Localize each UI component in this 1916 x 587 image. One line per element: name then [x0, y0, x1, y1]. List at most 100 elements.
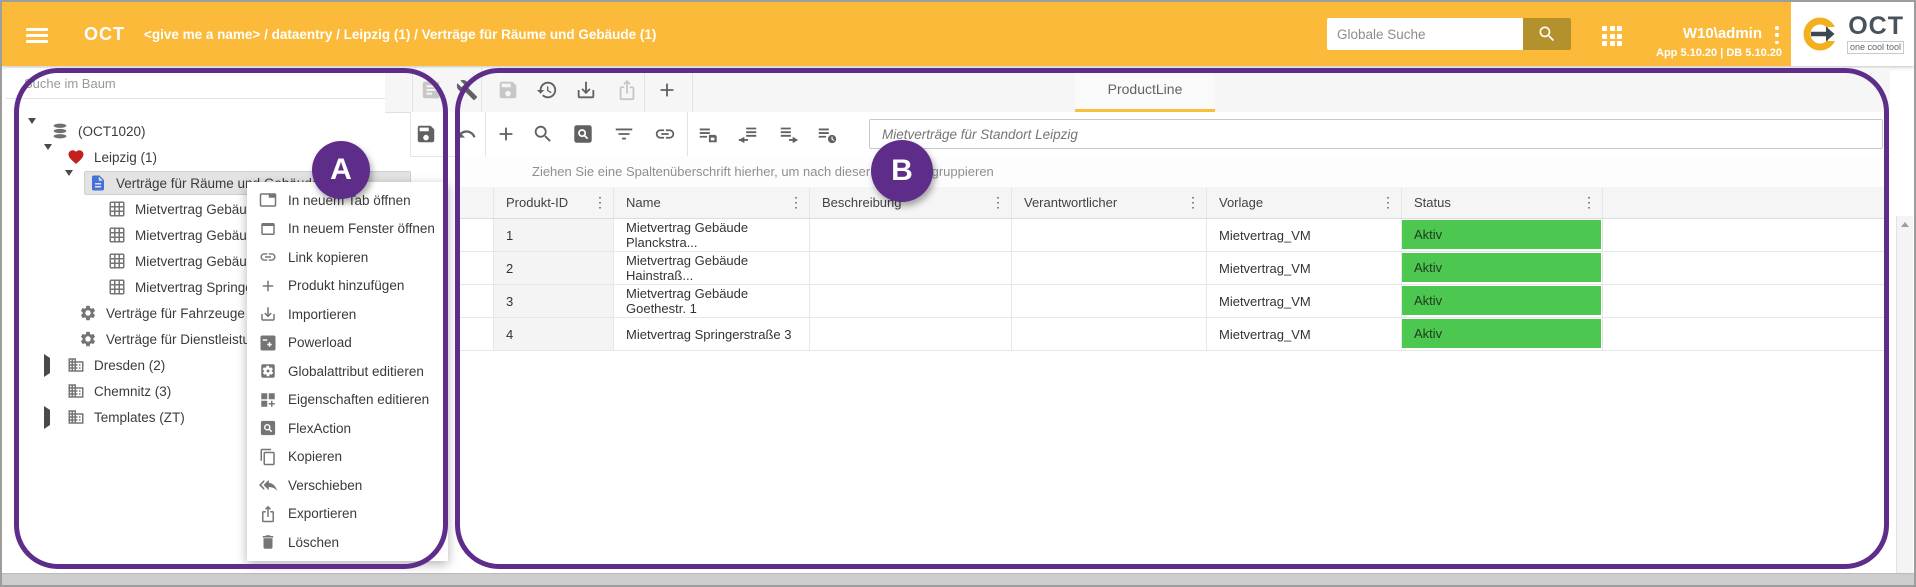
expand-columns-icon[interactable] — [778, 123, 800, 145]
tree-item-database[interactable]: (OCT1020) — [16, 118, 146, 144]
collapse-arrow-icon[interactable] — [28, 124, 38, 139]
undo-icon[interactable] — [455, 123, 477, 145]
menu-item-copy[interactable]: Kopieren — [247, 443, 448, 472]
link-icon[interactable] — [654, 123, 676, 145]
flex-search-icon[interactable] — [572, 123, 594, 145]
menu-item-open-new-window[interactable]: In neuem Fenster öffnen — [247, 215, 448, 244]
menu-item-delete[interactable]: Löschen — [247, 528, 448, 557]
column-header-status[interactable]: Status⋮ — [1402, 187, 1603, 218]
status-badge: Aktiv — [1402, 319, 1601, 348]
cell-verantwortlicher — [1012, 252, 1207, 284]
cell-verantwortlicher — [1012, 318, 1207, 350]
window-bottom-border — [2, 573, 1914, 585]
search-icon[interactable] — [532, 123, 554, 145]
view-description-input[interactable] — [869, 119, 1883, 149]
menu-item-open-new-tab[interactable]: In neuem Tab öffnen — [247, 186, 448, 215]
tree-item-templates[interactable]: Templates (ZT) — [16, 404, 185, 430]
cell-name: Mietvertrag Gebäude Planckstra... — [614, 219, 810, 251]
menu-item-copy-link[interactable]: Link kopieren — [247, 243, 448, 272]
column-menu-icon[interactable]: ⋮ — [789, 194, 803, 211]
table-icon — [108, 200, 126, 218]
column-header-beschreibung[interactable]: Beschreibung ⋮ — [810, 187, 1012, 218]
breadcrumb[interactable]: <give me a name> / dataentry / Leipzig (… — [144, 27, 656, 42]
menu-item-import[interactable]: Importieren — [247, 300, 448, 329]
tree-item-dresden[interactable]: Dresden (2) — [16, 352, 165, 378]
view-history-icon[interactable] — [816, 123, 838, 145]
menu-item-edit-properties[interactable]: Eigenschaften editieren — [247, 386, 448, 415]
menu-item-label: In neuem Tab öffnen — [288, 193, 411, 208]
tree-search-input[interactable] — [6, 68, 385, 99]
cell-beschreibung — [810, 252, 1012, 284]
menu-item-export[interactable]: Exportieren — [247, 500, 448, 529]
row-gutter — [457, 219, 494, 251]
column-header-filler — [1603, 187, 1888, 218]
tree-item-vertraege-dienstleistungen[interactable]: Verträge für Dienstleistungen — [16, 326, 280, 352]
save-view-icon[interactable] — [697, 123, 719, 145]
add-row-icon[interactable] — [495, 123, 517, 145]
current-user[interactable]: W10\admin — [1662, 25, 1762, 42]
column-header-vorlage[interactable]: Vorlage ⋮ — [1207, 187, 1402, 218]
save-tab-icon[interactable] — [497, 79, 519, 101]
table-row[interactable]: 2 Mietvertrag Gebäude Hainstraß... Mietv… — [457, 252, 1888, 285]
column-label: Vorlage — [1219, 195, 1263, 210]
import-tab-icon[interactable] — [575, 79, 597, 101]
column-menu-icon[interactable]: ⋮ — [1186, 194, 1200, 211]
column-label: Verantwortlicher — [1024, 195, 1117, 210]
menu-item-label: Verschieben — [288, 478, 362, 493]
menu-item-move[interactable]: Verschieben — [247, 471, 448, 500]
global-search-button[interactable] — [1523, 18, 1571, 50]
cell-vorlage: Mietvertrag_VM — [1207, 252, 1402, 284]
brand-title: OCT — [84, 24, 125, 45]
cell-name: Mietvertrag Gebäude Hainstraß... — [614, 252, 810, 284]
edit-properties-icon — [259, 391, 277, 409]
tab-productline[interactable]: ProductLine — [1075, 68, 1215, 112]
cell-status: Aktiv — [1402, 219, 1603, 251]
collapse-arrow-icon[interactable] — [44, 150, 54, 165]
cell-status: Aktiv — [1402, 252, 1603, 284]
vertical-scrollbar[interactable] — [1896, 216, 1913, 574]
apps-grid-icon[interactable] — [1602, 26, 1624, 48]
tree-item-leipzig[interactable]: Leipzig (1) — [16, 144, 157, 170]
column-menu-icon[interactable]: ⋮ — [1582, 194, 1596, 211]
column-menu-icon[interactable]: ⋮ — [593, 194, 607, 211]
table-row[interactable]: 4 Mietvertrag Springerstraße 3 Mietvertr… — [457, 318, 1888, 351]
column-header-verantwortlicher[interactable]: Verantwortlicher ⋮ — [1012, 187, 1207, 218]
hamburger-menu-icon[interactable] — [26, 28, 48, 43]
filter-icon[interactable] — [613, 123, 635, 145]
export-tab-icon[interactable] — [616, 79, 638, 101]
table-row[interactable]: 3 Mietvertrag Gebäude Goethestr. 1 Mietv… — [457, 285, 1888, 318]
column-header-name[interactable]: Name⋮ — [614, 187, 810, 218]
cell-filler — [1603, 318, 1888, 350]
table-row[interactable]: 1 Mietvertrag Gebäude Planckstra... Miet… — [457, 219, 1888, 252]
column-label: Beschreibung — [822, 195, 902, 210]
menu-item-edit-global-attribute[interactable]: Globalattribut editieren — [247, 357, 448, 386]
tree-item-vertraege-fahrzeuge[interactable]: Verträge für Fahrzeuge — [16, 300, 245, 326]
row-gutter — [457, 318, 494, 350]
menu-item-powerload[interactable]: Powerload — [247, 329, 448, 358]
collapse-columns-icon[interactable] — [737, 123, 759, 145]
column-menu-icon[interactable]: ⋮ — [1381, 194, 1395, 211]
scroll-up-arrow-icon[interactable] — [1901, 222, 1909, 227]
menu-item-flexaction[interactable]: FlexAction — [247, 414, 448, 443]
collapse-arrow-icon[interactable] — [65, 176, 75, 191]
preview-icon[interactable] — [420, 79, 442, 101]
import-icon — [259, 305, 277, 323]
cell-vorlage: Mietvertrag_VM — [1207, 219, 1402, 251]
save-icon[interactable] — [415, 123, 437, 145]
tree-item-chemnitz[interactable]: Chemnitz (3) — [16, 378, 171, 404]
building-icon — [67, 382, 85, 400]
expand-arrow-icon[interactable] — [44, 410, 54, 425]
group-by-bar[interactable]: Ziehen Sie eine Spaltenüberschrift hierh… — [455, 156, 1888, 188]
expand-arrow-icon[interactable] — [44, 358, 54, 373]
gear-icon — [79, 330, 97, 348]
menu-item-add-product[interactable]: Produkt hinzufügen — [247, 272, 448, 301]
column-menu-icon[interactable]: ⋮ — [991, 194, 1005, 211]
user-menu-icon[interactable] — [1770, 26, 1784, 44]
cell-verantwortlicher — [1012, 285, 1207, 317]
cell-filler — [1603, 285, 1888, 317]
restore-icon[interactable] — [536, 79, 558, 101]
column-header-produkt-id[interactable]: Produkt-ID⋮ — [494, 187, 614, 218]
add-tab-icon[interactable] — [656, 79, 678, 101]
global-search-input[interactable] — [1327, 18, 1523, 50]
wrench-icon[interactable] — [456, 79, 478, 101]
